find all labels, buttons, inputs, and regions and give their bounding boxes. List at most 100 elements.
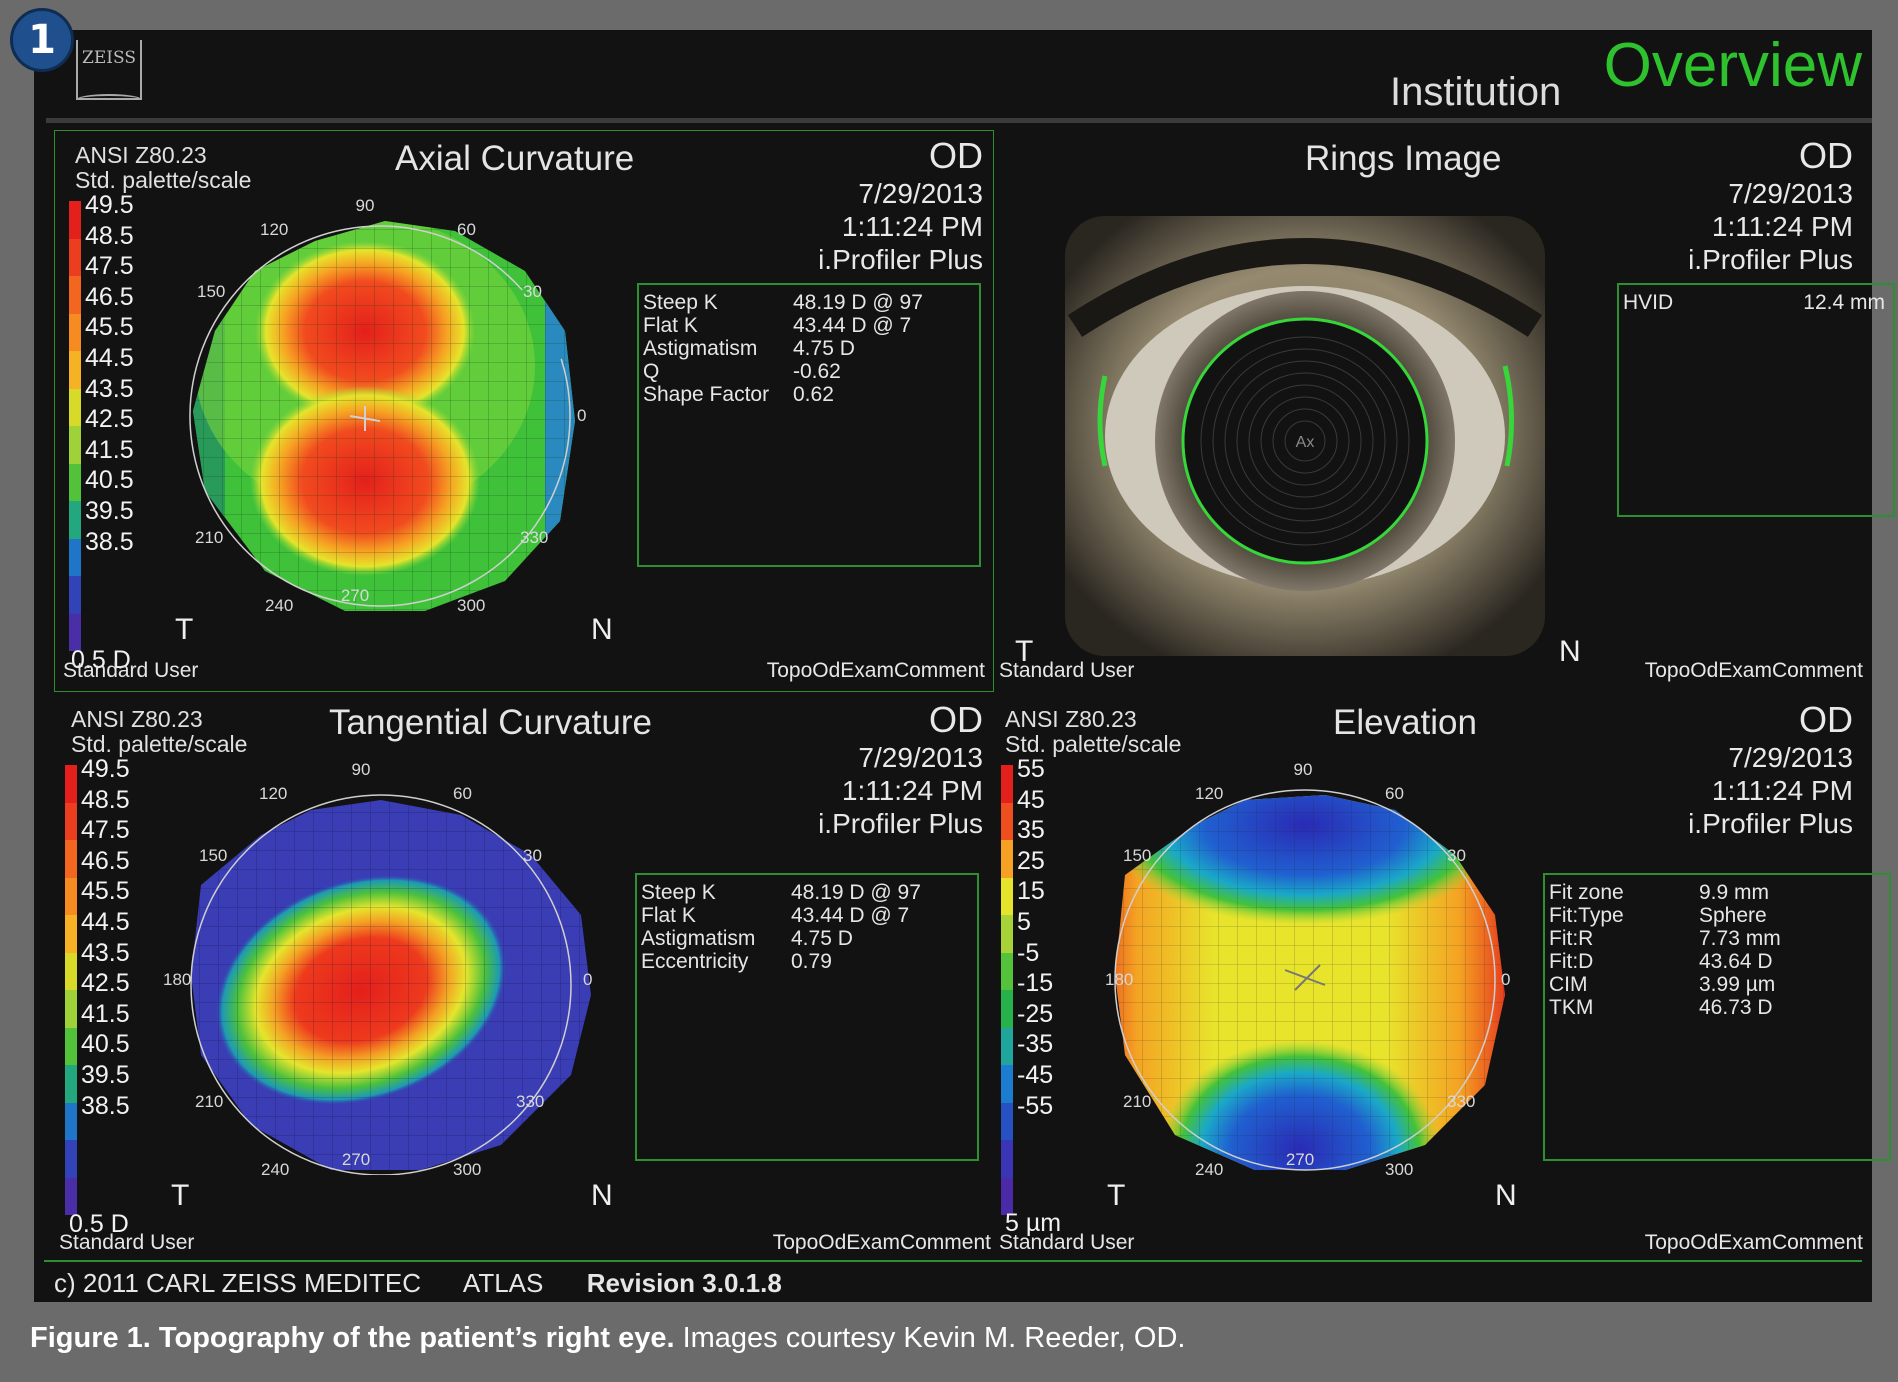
stat-label: Shape Factor [643, 383, 770, 406]
elevation-nasal-label: N [1495, 1179, 1517, 1212]
stat-value: 43.44 D @ 7 [791, 904, 910, 927]
scale-swatch [1001, 990, 1013, 1028]
tangential-ansi: ANSI Z80.23 Std. palette/scale [71, 706, 248, 757]
scale-swatch [1001, 802, 1013, 840]
stat-row: Fit:D 43.64 D [1549, 950, 1893, 974]
zeiss-logo: ZEISS [76, 40, 142, 100]
scale-label: 42.5 [85, 405, 134, 434]
caption-label: Figure 1. [30, 1322, 151, 1354]
elevation-angle-180: 180 [1105, 970, 1133, 989]
tangential-eye-label: OD [929, 699, 983, 740]
tangential-curvature-map[interactable]: 90 120 60 150 30 180 0 210 330 240 300 2… [161, 755, 611, 1175]
scale-swatch [1001, 840, 1013, 878]
stat-label: Q [643, 360, 660, 383]
stat-value: 3.99 µm [1699, 973, 1776, 996]
footer-divider [44, 1260, 1862, 1262]
axial-angle-120: 120 [260, 220, 288, 239]
stat-value: 48.19 D @ 97 [793, 291, 923, 314]
institution-label: Institution [1390, 70, 1562, 114]
scale-swatch [65, 1102, 77, 1140]
rings-standard-user: Standard User [999, 659, 1135, 682]
topography-screen: ZEISS Institution Overview ANSI Z80.23 St… [34, 30, 1895, 1302]
rings-stats-box: HVID 12.4 mm [1617, 283, 1895, 517]
axial-angle-270: 270 [341, 586, 369, 605]
axial-exam-comment: TopoOdExamComment [766, 659, 985, 682]
rings-exam-comment: TopoOdExamComment [1644, 659, 1863, 682]
stat-label: Flat K [643, 314, 698, 337]
axial-curvature-map[interactable]: 90 120 60 150 30 0 210 330 240 300 270 [165, 191, 605, 611]
scale-swatch [65, 915, 77, 953]
stat-label: Eccentricity [641, 950, 749, 973]
elevation-panel[interactable]: ANSI Z80.23 Std. palette/scale Elevation … [994, 694, 1891, 1264]
caption-bold-text: Topography of the patient’s right eye. [158, 1322, 675, 1354]
scale-swatch [69, 313, 81, 351]
scale-swatch [69, 426, 81, 464]
stat-row: Shape Factor 0.62 [643, 383, 983, 407]
tangential-color-scale [65, 765, 77, 1215]
scale-label: 15 [1017, 877, 1045, 906]
scale-label: 46.5 [81, 846, 130, 875]
stat-value: 4.75 D [791, 927, 853, 950]
scale-swatch [65, 990, 77, 1028]
elevation-exam-comment: TopoOdExamComment [1644, 1231, 1863, 1254]
stat-value: 0.62 [793, 383, 834, 406]
tangential-angle-270: 270 [342, 1150, 370, 1169]
scale-label: 48.5 [81, 785, 130, 814]
elevation-standard-user: Standard User [999, 1231, 1135, 1254]
tangential-curvature-panel[interactable]: ANSI Z80.23 Std. palette/scale Tangential… [50, 694, 994, 1264]
stat-value: 48.19 D @ 97 [791, 881, 921, 904]
scale-label: 41.5 [81, 999, 130, 1028]
stat-label: TKM [1549, 996, 1594, 1019]
scale-swatch [1001, 1027, 1013, 1065]
scale-label: 44.5 [81, 908, 130, 936]
scale-label: 43.5 [81, 938, 130, 967]
stat-label: CIM [1549, 973, 1588, 996]
scale-label: -55 [1017, 1091, 1054, 1120]
elevation-angle-210: 210 [1123, 1092, 1151, 1111]
scale-swatch [69, 538, 81, 576]
stat-label: Astigmatism [643, 337, 758, 360]
elevation-angle-150: 150 [1123, 846, 1151, 865]
axial-eye-label: OD [929, 135, 983, 176]
scale-swatch [65, 1027, 77, 1065]
rings-image-panel[interactable]: Rings Image OD 7/29/2013 1:11:24 PM i.Prof… [994, 130, 1895, 692]
scale-label: 44.5 [85, 344, 134, 372]
svg-text:Ax: Ax [1296, 434, 1315, 451]
scale-swatch [65, 952, 77, 990]
stat-row: Fit:Type Sphere [1549, 904, 1893, 928]
axial-color-scale [69, 201, 81, 651]
tangential-angle-150: 150 [199, 846, 227, 865]
axial-angle-330: 330 [520, 528, 548, 547]
scale-label: 47.5 [81, 816, 130, 845]
scale-label: 49.5 [81, 755, 130, 783]
scale-label: 41.5 [85, 435, 134, 464]
scale-label: 49.5 [85, 191, 134, 219]
stat-label: Steep K [641, 881, 716, 904]
tangential-angle-330: 330 [516, 1092, 544, 1111]
stat-label: Astigmatism [641, 927, 756, 950]
elevation-map[interactable]: 90 120 60 150 30 180 0 210 330 240 300 2… [1085, 755, 1515, 1175]
scale-label: 42.5 [81, 969, 130, 998]
rings-eye-photo[interactable]: Ax [1065, 216, 1545, 656]
stat-value: 43.64 D [1699, 950, 1773, 973]
scale-swatch [65, 802, 77, 840]
scale-label: 46.5 [85, 282, 134, 311]
scale-label: -35 [1017, 1030, 1054, 1059]
footer-info: c) 2011 CARL ZEISS MEDITEC ATLAS Revisio… [54, 1268, 782, 1299]
stat-value: 0.79 [791, 950, 832, 973]
scale-label: -15 [1017, 969, 1054, 998]
scale-swatch [69, 463, 81, 501]
scale-label: -45 [1017, 1061, 1054, 1089]
elevation-stats-box: Fit zone 9.9 mm Fit:Type Sphere Fit:R 7.73 mm… [1543, 873, 1891, 1161]
stat-label: Steep K [643, 291, 718, 314]
elevation-angle-300: 300 [1385, 1160, 1413, 1175]
elevation-angle-240: 240 [1195, 1160, 1223, 1175]
stat-row: Q -0.62 [643, 360, 983, 384]
elevation-angle-270: 270 [1286, 1150, 1314, 1169]
axial-curvature-panel[interactable]: ANSI Z80.23 Std. palette/scale Axial Curv… [54, 130, 994, 692]
stat-row: Fit:R 7.73 mm [1549, 927, 1893, 951]
stat-row: HVID 12.4 mm [1623, 291, 1897, 315]
axial-angle-150: 150 [197, 282, 225, 301]
tangential-angle-90: 90 [352, 760, 371, 779]
tangential-angle-120: 120 [259, 784, 287, 803]
